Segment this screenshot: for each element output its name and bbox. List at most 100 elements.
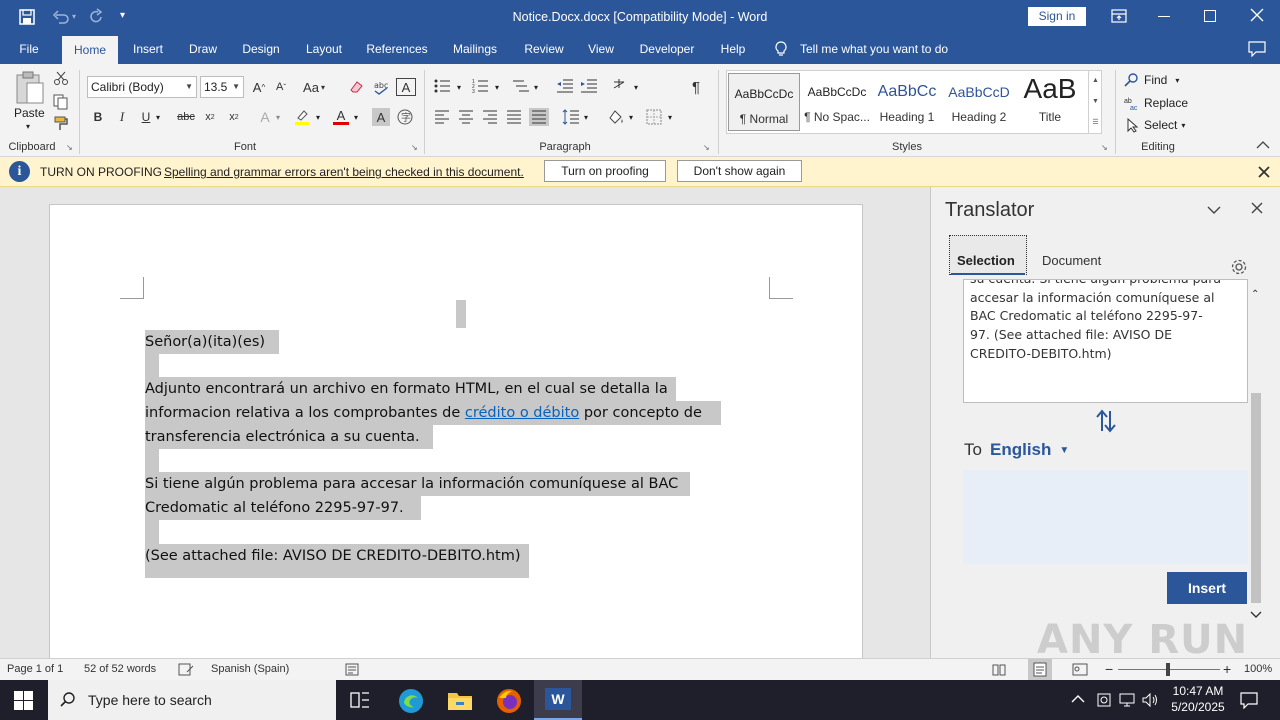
pane-options-icon[interactable] [1207,205,1221,215]
asian-layout-icon[interactable] [612,78,632,94]
redo-icon[interactable] [88,8,106,26]
cut-icon[interactable] [53,70,69,86]
asian-layout-dropdown-icon[interactable]: ▾ [634,83,638,92]
close-pane-icon[interactable] [1251,202,1263,214]
language-status[interactable]: Spanish (Spain) [211,659,289,680]
style-no-spacing[interactable]: AaBbCcDc ¶ No Spac... [802,72,872,128]
customize-qat-icon[interactable]: ▾ [120,10,125,21]
settings-gear-icon[interactable] [1230,258,1248,276]
styles-down-icon[interactable]: ▼ [1089,91,1102,112]
font-color-dropdown-icon[interactable]: ▾ [354,113,358,122]
zoom-out-button[interactable]: − [1105,659,1113,680]
undo-icon[interactable] [52,8,70,26]
decrease-indent-icon[interactable] [556,78,574,94]
borders-dropdown-icon[interactable]: ▾ [668,113,672,122]
comments-icon[interactable] [1248,41,1266,57]
credito-debito-link[interactable]: crédito o débito [465,405,579,421]
paragraph-shading-icon[interactable] [606,109,626,125]
proofing-status-icon[interactable] [178,663,194,676]
tab-document[interactable]: Document [1042,253,1101,268]
swap-languages-icon[interactable] [1095,409,1117,433]
notifications-icon[interactable] [1240,691,1258,709]
insert-button[interactable]: Insert [1167,572,1247,604]
select-button[interactable]: Select ▾ [1124,116,1185,134]
page-count[interactable]: Page 1 of 1 [7,659,63,680]
tab-references[interactable]: References [362,34,432,64]
windows-start-icon[interactable] [14,691,33,710]
zoom-in-button[interactable]: + [1223,659,1231,680]
read-mode-icon[interactable] [992,663,1006,676]
character-border-icon[interactable]: A [396,78,416,96]
font-name-combo[interactable]: Calibri (Body) ▼ [87,76,197,98]
tab-home[interactable]: Home [62,36,118,64]
ribbon-display-options-icon[interactable] [1111,9,1127,23]
phonetic-guide-icon[interactable]: abc [371,78,391,96]
line-spacing-dropdown-icon[interactable]: ▾ [584,113,588,122]
styles-scroll[interactable]: ▲ ▼ ☰ [1088,70,1102,134]
paragraph-launcher-icon[interactable]: ↘ [703,143,710,152]
close-infobar-icon[interactable] [1258,166,1270,178]
font-launcher-icon[interactable]: ↘ [411,143,418,152]
shrink-font-icon[interactable]: Aˇ [272,78,290,96]
align-left-icon[interactable] [434,110,450,124]
find-button[interactable]: Find ▾ [1124,71,1179,89]
tab-layout[interactable]: Layout [296,34,352,64]
scroll-down-icon[interactable] [1250,611,1262,619]
multilevel-list-icon[interactable] [512,78,530,94]
style-heading-1[interactable]: AaBbCc Heading 1 [872,72,942,128]
italic-button[interactable]: I [114,108,130,126]
tab-file[interactable]: File [8,34,50,64]
collapse-ribbon-icon[interactable] [1256,140,1270,150]
font-color-icon[interactable]: A [332,108,350,126]
strikethrough-button[interactable]: abc [176,108,196,126]
minimize-button[interactable] [1158,16,1170,17]
firefox-icon[interactable] [496,688,522,714]
paste-icon[interactable] [14,70,46,106]
source-text-box[interactable]: su cuenta. Si tiene algún problema para … [963,279,1248,403]
bullets-icon[interactable] [434,78,452,94]
zoom-slider-thumb[interactable] [1166,663,1170,676]
replace-button[interactable]: ab ac Replace [1124,94,1188,112]
translation-output-box[interactable] [963,470,1248,564]
styles-up-icon[interactable]: ▲ [1089,70,1102,91]
highlight-dropdown-icon[interactable]: ▾ [316,113,320,122]
style-title[interactable]: AaB Title [1014,72,1086,128]
clock[interactable]: 10:47 AM 5/20/2025 [1160,683,1236,715]
undo-dropdown-icon[interactable]: ▾ [72,12,76,21]
numbering-icon[interactable]: 123 [472,78,490,94]
style-heading-2[interactable]: AaBbCcD Heading 2 [944,72,1014,128]
clipboard-launcher-icon[interactable]: ↘ [66,143,73,152]
copy-icon[interactable] [53,94,69,110]
subscript-button[interactable]: x2 [202,108,218,126]
bullets-dropdown-icon[interactable]: ▾ [457,83,461,92]
tab-developer[interactable]: Developer [632,34,702,64]
show-hide-marks-icon[interactable]: ¶ [688,78,704,96]
superscript-button[interactable]: x2 [226,108,242,126]
network-icon[interactable] [1118,692,1136,708]
bold-button[interactable]: B [90,108,106,126]
tab-view[interactable]: View [580,34,622,64]
style-normal[interactable]: AaBbCcDc ¶ Normal [728,73,800,131]
numbering-dropdown-icon[interactable]: ▾ [495,83,499,92]
web-layout-icon[interactable] [1072,663,1088,676]
highlight-color-icon[interactable] [292,108,312,126]
restore-button[interactable] [1204,10,1216,22]
align-right-icon[interactable] [482,110,498,124]
pane-scrollbar[interactable]: ⌃ [1249,285,1263,633]
volume-icon[interactable] [1141,692,1159,708]
align-center-icon[interactable] [458,110,474,124]
dont-show-again-button[interactable]: Don't show again [677,160,802,182]
tab-insert[interactable]: Insert [124,34,172,64]
target-language-dropdown[interactable]: English ▼ [990,440,1069,460]
tab-help[interactable]: Help [712,34,754,64]
grow-font-icon[interactable]: A ^ [250,78,268,96]
text-effects-icon[interactable]: A [256,108,274,126]
borders-icon[interactable] [646,109,662,125]
font-size-combo[interactable]: 13.5 ▼ [200,76,244,98]
sign-in-button[interactable]: Sign in [1028,7,1086,26]
file-explorer-icon[interactable] [447,689,473,711]
tab-review[interactable]: Review [516,34,572,64]
tell-me-box[interactable]: Tell me what you want to do [800,34,948,64]
word-taskbar-button[interactable]: W [534,680,582,720]
security-icon[interactable] [1096,692,1112,708]
